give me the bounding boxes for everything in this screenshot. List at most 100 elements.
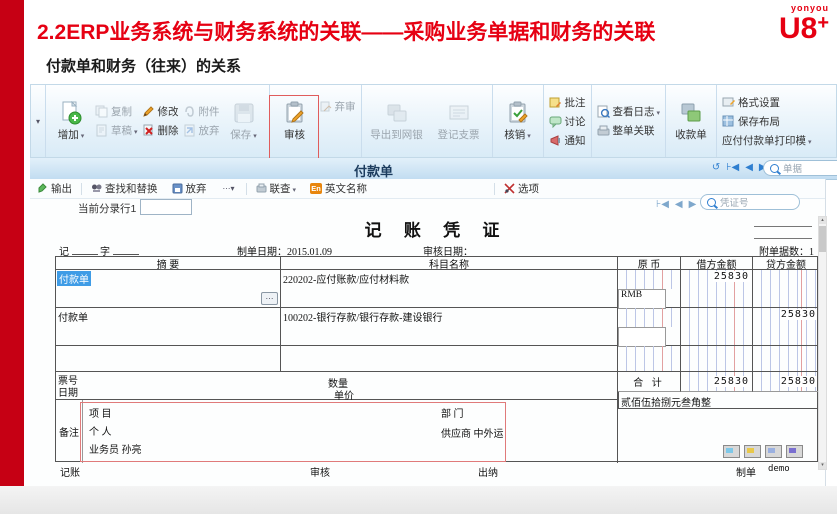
- note-label-cell: 备注: [56, 400, 83, 463]
- dept-label[interactable]: 部 门: [441, 405, 464, 420]
- save-floppy-icon: [232, 101, 256, 125]
- col-header-account: 科目名称: [281, 257, 618, 270]
- toolbar-overflow-button[interactable]: ▾: [34, 117, 42, 126]
- discuss-button[interactable]: 讨论: [549, 114, 586, 129]
- row1-account-cell[interactable]: 220202-应付账款/应付材料款: [281, 270, 618, 308]
- mini-mark-icon[interactable]: [786, 445, 803, 458]
- col-header-debit: 借方金额: [681, 257, 753, 270]
- attachment-button[interactable]: 附件: [183, 104, 220, 119]
- draft-button[interactable]: 草稿: [95, 123, 138, 138]
- vertical-scrollbar[interactable]: ▴ ▾: [818, 216, 827, 470]
- view-log-button[interactable]: 查看日志: [597, 104, 661, 119]
- draft-button-label: 草稿: [111, 123, 138, 138]
- row2-debit-cell[interactable]: [681, 308, 753, 346]
- refresh-icon[interactable]: ↺: [712, 162, 720, 173]
- row1-ellipsis-button[interactable]: …: [261, 292, 278, 305]
- voucher-word-blank[interactable]: [72, 245, 98, 255]
- save-button[interactable]: 保存: [224, 101, 264, 142]
- row3-credit-cell[interactable]: [753, 346, 819, 372]
- attachment-button-label: 附件: [199, 104, 220, 119]
- english-name-button[interactable]: En 英文名称: [303, 181, 374, 196]
- copy-button[interactable]: 复制: [95, 104, 138, 119]
- sign-auditor: 审核: [310, 464, 330, 479]
- format-settings-label: 格式设置: [738, 95, 780, 110]
- modify-button[interactable]: 修改: [142, 104, 179, 119]
- annotate-button[interactable]: 批注: [549, 95, 586, 110]
- voucher-prev-icon[interactable]: ◀: [675, 199, 683, 210]
- discuss-button-label: 讨论: [565, 114, 586, 129]
- register-check-button[interactable]: 登记支票: [431, 101, 487, 142]
- document-search-box[interactable]: 单据: [763, 160, 837, 176]
- row1-currency-cell[interactable]: RMB: [618, 270, 681, 308]
- notify-button[interactable]: 通知: [549, 133, 586, 148]
- register-check-label: 登记支票: [438, 127, 480, 142]
- mini-note-icon[interactable]: [765, 445, 782, 458]
- print-template-button[interactable]: 应付付款单打印模: [722, 133, 812, 148]
- options-button[interactable]: 选项: [497, 181, 546, 196]
- toolbar2-overflow-button[interactable]: ⋯▾: [214, 184, 244, 193]
- receipt-icon: [679, 101, 703, 125]
- col-header-summary: 摘 要: [56, 257, 281, 270]
- discard2-button[interactable]: 放弃: [165, 181, 214, 196]
- receipt-button[interactable]: 收款单: [671, 101, 711, 142]
- export-bank-button[interactable]: 导出到网银: [367, 101, 427, 142]
- save-layout-button[interactable]: 保存布局: [722, 114, 812, 129]
- scroll-down-arrow[interactable]: ▾: [819, 462, 826, 469]
- format-settings-button[interactable]: 格式设置: [722, 95, 812, 110]
- supplier-label[interactable]: 供应商 中外运: [441, 425, 504, 440]
- row1-summary-cell[interactable]: 付款单 …: [56, 270, 281, 308]
- current-entry-row-input[interactable]: [140, 199, 192, 215]
- save-layout-label: 保存布局: [738, 114, 780, 129]
- salesman-label[interactable]: 业务员 孙亮: [89, 441, 142, 456]
- delete-button-label: 删除: [158, 123, 179, 138]
- voucher-bottom-right-cell: [618, 409, 819, 463]
- delete-button[interactable]: 删除: [142, 123, 179, 138]
- project-label[interactable]: 项 目: [89, 405, 112, 420]
- unaudit-icon: [319, 100, 332, 113]
- document-title: 付款单: [30, 161, 717, 180]
- row3-currency-cell[interactable]: [618, 346, 681, 372]
- total-credit-amount: 25830: [780, 376, 817, 387]
- verify-button[interactable]: 核销: [498, 101, 538, 142]
- person-label[interactable]: 个 人: [89, 423, 112, 438]
- voucher-number-blank[interactable]: [113, 245, 139, 255]
- receipt-button-label: 收款单: [675, 127, 707, 142]
- find-replace-button[interactable]: 查找和替换: [84, 181, 165, 196]
- first-record-icon[interactable]: ⊦◀: [726, 162, 739, 173]
- discuss-bubble-icon: [549, 115, 562, 128]
- find-replace-icon: [91, 183, 102, 194]
- scroll-up-arrow[interactable]: ▴: [819, 217, 826, 224]
- audit-button-label: 审核: [284, 127, 305, 142]
- discard-button[interactable]: 放弃: [183, 123, 220, 138]
- english-name-icon: En: [310, 183, 322, 194]
- row2-currency-cell[interactable]: [618, 308, 681, 346]
- row1-debit-cell[interactable]: 25830: [681, 270, 753, 308]
- row3-debit-cell[interactable]: [681, 346, 753, 372]
- copy-icon: [95, 105, 108, 118]
- mini-image-icon[interactable]: [723, 445, 740, 458]
- row3-summary-cell[interactable]: [56, 346, 281, 372]
- scrollbar-thumb[interactable]: [819, 226, 826, 252]
- voucher-info-row: 记 字 制单日期：2015.01.09 审核日期： 附单据数：1: [55, 243, 818, 255]
- row3-account-cell[interactable]: [281, 346, 618, 372]
- link-query-button[interactable]: 联查: [249, 181, 304, 196]
- prev-record-icon[interactable]: ◀: [745, 162, 753, 173]
- output-button[interactable]: 输出: [30, 181, 79, 196]
- audit-button[interactable]: 审核: [275, 101, 315, 142]
- add-button[interactable]: 增加: [51, 101, 91, 142]
- voucher-table: 摘 要 科目名称 原 币 借方金额 贷方金额 付款单 … 220202-应付账款…: [55, 256, 818, 462]
- unaudit-button[interactable]: 弃审: [319, 99, 356, 114]
- voucher-blank-line: [754, 238, 812, 239]
- row1-credit-cell[interactable]: [753, 270, 819, 308]
- row2-summary-cell[interactable]: 付款单: [56, 308, 281, 346]
- voucher-next-icon[interactable]: ▶: [689, 199, 697, 210]
- logo-u8-text: U8: [779, 12, 817, 45]
- row2-credit-amount: 25830: [780, 309, 817, 320]
- doc-link-button[interactable]: 整单关联: [597, 123, 661, 138]
- voucher-first-icon[interactable]: ⊦◀: [656, 199, 669, 210]
- discard-page-icon: [183, 124, 196, 137]
- voucher-search-box[interactable]: 凭证号: [700, 194, 800, 210]
- row2-account-cell[interactable]: 100202-银行存款/银行存款-建设银行: [281, 308, 618, 346]
- mini-attachment-icon[interactable]: [744, 445, 761, 458]
- row2-credit-cell[interactable]: 25830: [753, 308, 819, 346]
